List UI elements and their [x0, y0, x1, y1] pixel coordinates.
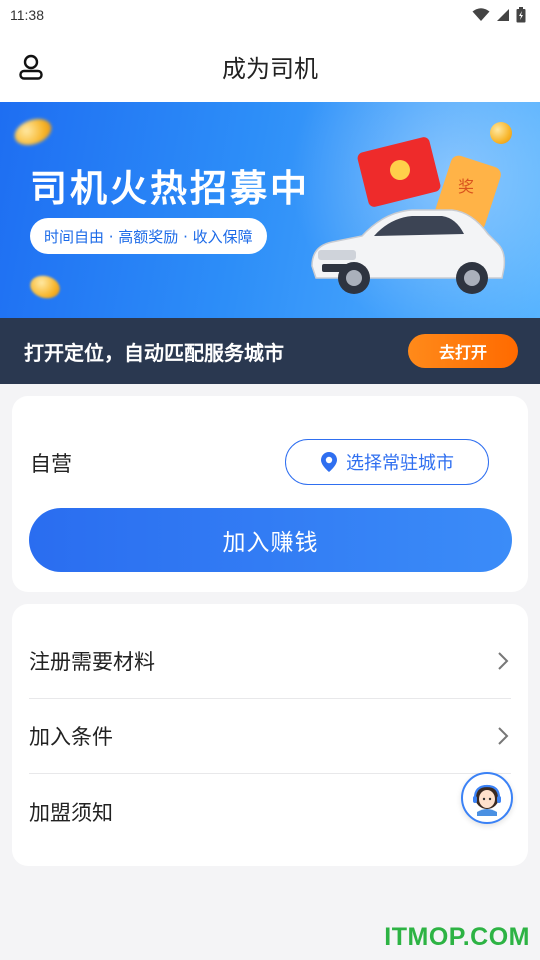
- list-item-registration-materials[interactable]: 注册需要材料: [29, 604, 511, 699]
- business-type-label: 自营: [30, 452, 72, 476]
- page-title: 成为司机: [222, 54, 318, 83]
- select-city-label: 选择常驻城市: [346, 453, 454, 474]
- list-item-join-conditions[interactable]: 加入条件: [29, 699, 511, 774]
- signal-icon: [497, 9, 509, 21]
- chevron-right-icon: [495, 648, 511, 674]
- list-item-label: 加入条件: [29, 725, 113, 749]
- recruitment-banner[interactable]: 司机火热招募中 时间自由 · 高额奖励 · 收入保障 奖: [0, 102, 540, 318]
- red-envelope-icon: [357, 137, 441, 207]
- banner-subtitle: 时间自由 · 高额奖励 · 收入保障: [44, 227, 253, 246]
- watermark: ITMOP.COM: [384, 923, 530, 951]
- chevron-right-icon: [495, 723, 511, 749]
- car-icon: [311, 209, 506, 294]
- coin-decoration: [27, 272, 63, 302]
- customer-service-button[interactable]: [461, 772, 513, 824]
- status-icons: [472, 7, 526, 23]
- join-button[interactable]: 加入赚钱: [29, 508, 512, 572]
- customer-service-icon: [473, 784, 501, 816]
- user-icon: [19, 54, 43, 80]
- user-button[interactable]: [16, 52, 46, 82]
- app-header: 成为司机: [0, 30, 540, 102]
- location-prompt-bar: 打开定位，自动匹配服务城市 去打开: [0, 318, 540, 384]
- info-list-card: 注册需要材料 加入条件 加盟须知: [12, 604, 528, 866]
- select-city-button[interactable]: 选择常驻城市: [285, 439, 489, 485]
- list-item-label: 加盟须知: [29, 800, 113, 825]
- coin-decoration: [11, 114, 55, 150]
- wifi-icon: [472, 8, 490, 21]
- join-card: 自营 选择常驻城市 加入赚钱: [12, 396, 528, 592]
- banner-subtitle-pill: 时间自由 · 高额奖励 · 收入保障: [30, 218, 267, 254]
- svg-text:奖: 奖: [458, 177, 474, 196]
- location-prompt-text: 打开定位，自动匹配服务城市: [24, 340, 284, 365]
- open-location-button[interactable]: 去打开: [408, 334, 518, 368]
- status-time: 11:38: [10, 7, 44, 23]
- banner-title: 司机火热招募中: [30, 167, 310, 210]
- location-pin-icon: [321, 452, 337, 472]
- car-illustration: 奖: [311, 137, 506, 294]
- list-item-label: 注册需要材料: [29, 650, 155, 674]
- battery-icon: [516, 7, 526, 23]
- status-bar: 11:38: [0, 0, 540, 30]
- list-item-franchise-notice[interactable]: 加盟须知: [29, 774, 511, 849]
